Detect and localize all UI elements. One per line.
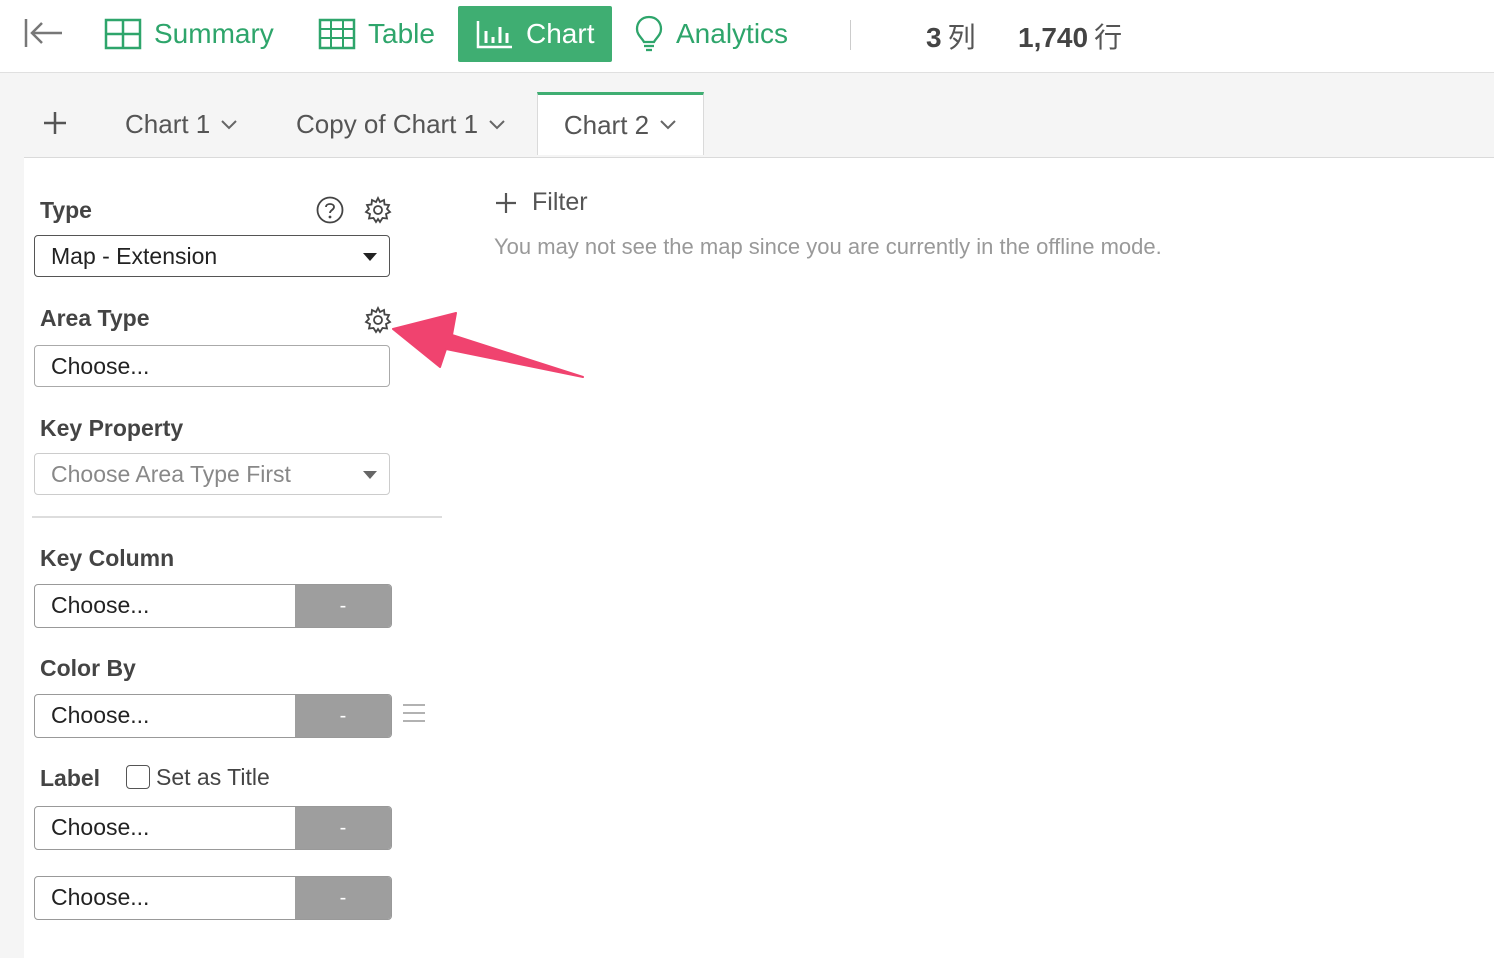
offline-message: You may not see the map since you are cu… <box>494 234 1162 259</box>
nav-tab-chart[interactable]: Chart <box>458 6 613 62</box>
chart-type-value: Map - Extension <box>51 242 218 269</box>
collapse-left-icon[interactable] <box>22 16 64 50</box>
label-value-1: Choose... <box>51 814 150 840</box>
row-count-unit: 行 <box>1094 22 1123 53</box>
caret-down-icon <box>363 253 377 261</box>
bar-chart-icon <box>476 21 512 49</box>
grid-icon <box>104 18 142 50</box>
chart-type-select[interactable]: Map - Extension <box>34 235 390 277</box>
chevron-down-icon[interactable] <box>659 119 677 131</box>
key-property-select[interactable]: Choose Area Type First <box>34 453 390 495</box>
key-column-value: Choose... <box>51 592 150 618</box>
table-icon <box>318 18 356 50</box>
chart-tab-label: Copy of Chart 1 <box>296 109 479 139</box>
area-type-value: Choose... <box>51 352 150 379</box>
menu-icon[interactable] <box>402 703 426 723</box>
key-property-label: Key Property <box>40 415 184 441</box>
key-column-select[interactable]: Choose... - <box>34 584 392 628</box>
set-as-title-label: Set as Title <box>156 764 270 790</box>
nav-tab-summary-label: Summary <box>154 18 274 49</box>
color-by-aggregate-button[interactable]: - <box>295 695 391 737</box>
nav-tab-chart-label: Chart <box>526 18 595 49</box>
top-nav-bar: Summary Table Chart Analytics 3 列 1,740 … <box>0 0 1494 73</box>
help-icon[interactable] <box>315 195 345 225</box>
panel-divider <box>32 516 442 518</box>
label-value-2: Choose... <box>51 884 150 910</box>
key-property-value: Choose Area Type First <box>51 460 291 487</box>
label-select-2[interactable]: Choose... - <box>34 876 392 920</box>
plus-icon <box>496 192 516 213</box>
label-aggregate-button-2[interactable]: - <box>295 877 391 919</box>
nav-tab-analytics-label: Analytics <box>676 18 789 49</box>
area-type-select[interactable]: Choose... <box>34 345 390 387</box>
row-count-value: 1,740 <box>1018 22 1089 53</box>
nav-tab-table[interactable]: Table <box>318 6 435 62</box>
key-column-aggregate-button[interactable]: - <box>295 585 391 627</box>
caret-down-icon <box>363 471 377 479</box>
filter-label: Filter <box>532 188 588 216</box>
chart-tab-label: Chart 2 <box>563 109 650 140</box>
nav-separator <box>850 20 851 50</box>
chevron-down-icon[interactable] <box>220 119 238 131</box>
nav-tab-analytics[interactable]: Analytics <box>634 6 788 62</box>
label-select-1[interactable]: Choose... - <box>34 806 392 850</box>
lightbulb-icon <box>635 15 663 52</box>
color-by-value: Choose... <box>51 702 150 728</box>
column-count: 3列 <box>926 16 976 56</box>
nav-tab-summary[interactable]: Summary <box>104 6 274 62</box>
chevron-down-icon[interactable] <box>488 119 506 131</box>
nav-tab-table-label: Table <box>368 18 435 49</box>
add-filter-button[interactable]: Filter <box>494 188 588 217</box>
chart-tab-label: Chart 1 <box>125 109 211 139</box>
color-by-label: Color By <box>40 655 136 681</box>
row-count: 1,740 行 <box>1018 16 1122 56</box>
key-column-label: Key Column <box>40 545 175 571</box>
label-aggregate-button-1[interactable]: - <box>295 807 391 849</box>
area-type-settings-gear-icon[interactable] <box>363 305 393 335</box>
label-label: Label <box>40 765 101 791</box>
set-as-title-checkbox[interactable] <box>126 765 150 789</box>
column-count-unit: 列 <box>947 22 976 53</box>
chart-tab-bar: Chart 1 Copy of Chart 1 Chart 2 <box>24 92 1494 158</box>
chart-tab-chart-1[interactable]: Chart 1 <box>125 92 238 157</box>
type-label: Type <box>40 197 92 223</box>
column-count-value: 3 <box>926 22 942 53</box>
annotation-arrow-icon <box>392 312 584 378</box>
chart-tab-copy-of-chart-1[interactable]: Copy of Chart 1 <box>296 92 506 157</box>
chart-tab-chart-2[interactable]: Chart 2 <box>537 92 704 155</box>
color-by-select[interactable]: Choose... - <box>34 694 392 738</box>
add-chart-icon[interactable] <box>42 110 68 136</box>
area-type-label: Area Type <box>40 305 150 331</box>
type-settings-gear-icon[interactable] <box>363 195 393 225</box>
